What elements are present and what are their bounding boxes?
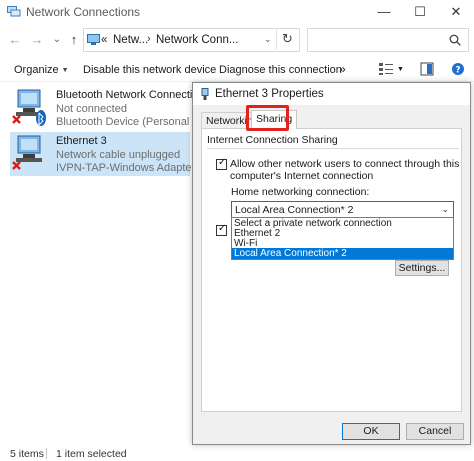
status-separator [46,448,47,459]
change-view-icon[interactable] [378,62,394,76]
ics-heading: Internet Connection Sharing [207,134,338,146]
forward-arrow-icon[interactable]: → [30,32,44,48]
minimize-button[interactable]: — [366,0,402,24]
recent-locations-chevron-icon[interactable]: ⌄ [50,32,64,48]
back-arrow-icon[interactable]: ← [8,32,22,48]
window-title: Network Connections [26,5,141,19]
cancel-button[interactable]: Cancel [406,423,464,440]
maximize-button[interactable]: ☐ [402,0,438,24]
network-connections-window: Network Connections — ☐ ✕ ← → ⌄ ↑ « Netw… [0,0,474,461]
adapter-device: IVPN-TAP-Windows Adapter V9 [56,162,212,174]
adapter-name: Ethernet 3 [56,135,107,147]
allow-sharing-label-line2: computer's Internet connection [230,170,374,182]
ics-divider [207,148,459,149]
organize-label: Organize [14,64,59,76]
organize-menu[interactable]: Organize ▼ [14,64,69,76]
adapter-bluetooth-network-connection[interactable]: Bluetooth Network Connection Not connect… [10,86,227,130]
ok-button[interactable]: OK [342,423,400,440]
adapter-ethernet-3[interactable]: Ethernet 3 Network cable unplugged IVPN-… [10,132,212,176]
item-count: 5 items [10,448,44,460]
checkmark-icon: ✓ [218,157,227,168]
breadcrumb-network-connections[interactable]: Network Conn... [156,34,238,46]
sharing-tab-highlight [246,105,289,131]
bluetooth-network-icon [12,89,46,126]
title-bar: Network Connections — ☐ ✕ [0,0,474,24]
address-dropdown-icon[interactable]: ⌄ [264,34,272,45]
command-bar: Organize ▼ Disable this network device Di… [0,58,474,82]
organize-caret-icon: ▼ [61,67,69,74]
home-network-selected-value: Local Area Connection* 2 [235,204,354,216]
ethernet-properties-dialog: Ethernet 3 Properties Networking Sharing… [192,82,471,445]
allow-sharing-label-line1: Allow other network users to connect thr… [230,158,460,170]
view-options-caret-icon[interactable]: ▼ [397,66,404,73]
breadcrumb-network[interactable]: Netw... [113,34,148,46]
close-button[interactable]: ✕ [438,0,474,24]
settings-button[interactable]: Settings... [395,260,449,276]
dialog-title-bar: Ethernet 3 Properties [193,83,470,105]
ethernet-adapter-icon [201,88,209,100]
search-input[interactable] [307,28,469,52]
refresh-icon[interactable]: ↻ [276,28,298,50]
preview-pane-icon[interactable] [420,62,434,76]
adapter-status: Not connected [56,103,127,115]
address-bar-row: ← → ⌄ ↑ « Netw... › Network Conn... ⌄ ↻ [0,24,474,56]
network-connections-icon [7,6,21,17]
help-icon[interactable]: ? [451,62,465,76]
dialog-title: Ethernet 3 Properties [215,88,324,100]
home-network-dropdown-list: Select a private network connection Ethe… [231,217,454,260]
selection-count: 1 item selected [56,448,127,460]
ethernet-network-icon [12,135,42,170]
chevron-down-icon: ⌄ [441,204,449,214]
svg-text:?: ? [455,66,460,76]
adapter-name: Bluetooth Network Connection [56,89,205,101]
control-panel-icon [87,34,100,45]
address-bar[interactable]: « Netw... › Network Conn... ⌄ [83,28,300,52]
checkmark-icon: ✓ [218,223,227,234]
breadcrumb-separator-icon[interactable]: › [147,33,151,45]
up-arrow-icon[interactable]: ↑ [67,32,81,48]
status-bar: 5 items 1 item selected [0,446,474,461]
dropdown-option-selected[interactable]: Local Area Connection* 2 [232,248,453,259]
adapter-status: Network cable unplugged [56,149,181,161]
home-network-select[interactable]: Local Area Connection* 2 ⌄ [231,201,454,218]
allow-control-checkbox[interactable]: ✓ [216,223,227,236]
home-networking-label: Home networking connection: [231,186,370,198]
breadcrumb-overflow[interactable]: « [101,34,107,46]
more-commands-button[interactable]: » [339,62,346,76]
diagnose-connection-button[interactable]: Diagnose this connection [219,64,342,76]
allow-sharing-checkbox[interactable]: ✓ [216,157,227,170]
disable-device-button[interactable]: Disable this network device [83,64,216,76]
search-icon [449,34,461,46]
